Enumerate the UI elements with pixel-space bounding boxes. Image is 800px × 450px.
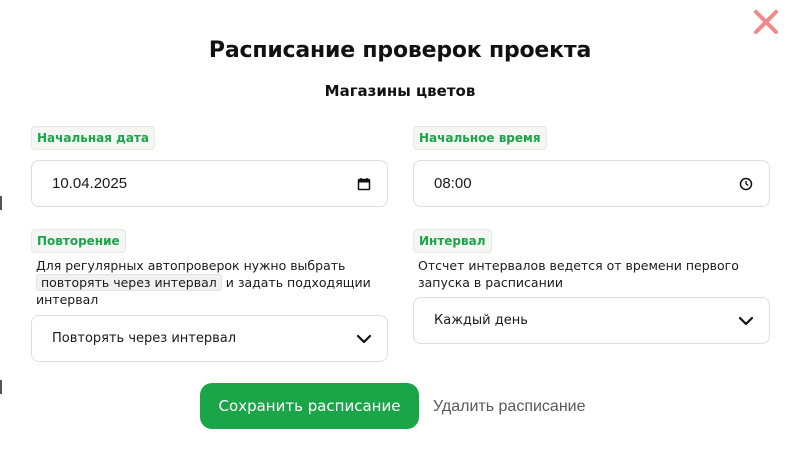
save-schedule-button[interactable]: Сохранить расписание <box>200 383 419 429</box>
modal-title: Расписание проверок проекта <box>208 38 592 63</box>
start-date-input[interactable]: 10.04.2025 <box>31 160 388 207</box>
edge-divider <box>0 380 2 394</box>
schedule-modal: Расписание проверок проекта Магазины цве… <box>0 0 800 450</box>
interval-label: Интервал <box>413 229 492 253</box>
chevron-down-icon[interactable] <box>737 312 755 330</box>
project-name: Магазины цветов <box>324 82 476 100</box>
repeat-selected-value: Повторять через интервал <box>52 331 237 346</box>
clock-icon[interactable] <box>737 175 755 193</box>
repeat-help-text: Для регулярных автопроверок нужно выбрат… <box>36 257 386 308</box>
start-time-input[interactable]: 08:00 <box>413 160 770 207</box>
close-icon[interactable] <box>752 8 780 36</box>
repeat-help-chip: повторять через интервал <box>36 274 222 291</box>
interval-selected-value: Каждый день <box>434 313 528 328</box>
interval-help-text: Отсчет интервалов ведется от времени пер… <box>418 258 739 290</box>
chevron-down-icon[interactable] <box>355 330 373 348</box>
repeat-select[interactable]: Повторять через интервал <box>31 315 388 362</box>
edge-divider <box>0 196 2 210</box>
repeat-help-part1: Для регулярных автопроверок нужно выбрат… <box>36 258 346 273</box>
start-time-label: Начальное время <box>413 126 547 150</box>
repeat-label: Повторение <box>31 229 126 253</box>
delete-schedule-button[interactable]: Удалить расписание <box>433 396 586 418</box>
start-time-value: 08:00 <box>434 175 472 192</box>
start-date-label: Начальная дата <box>31 126 155 150</box>
interval-select[interactable]: Каждый день <box>413 297 770 344</box>
start-date-value: 10.04.2025 <box>52 175 128 192</box>
calendar-icon[interactable] <box>355 175 373 193</box>
close-button[interactable] <box>751 7 781 37</box>
